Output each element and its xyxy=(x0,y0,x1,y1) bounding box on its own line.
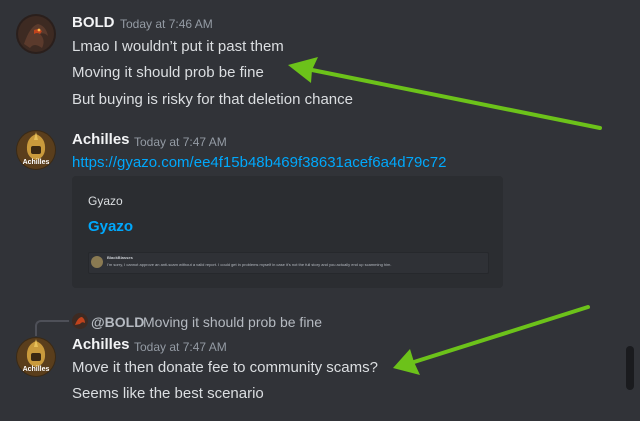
arrow-bottom xyxy=(393,305,590,375)
arrow-top xyxy=(288,57,602,130)
annotation-arrows xyxy=(288,57,602,375)
